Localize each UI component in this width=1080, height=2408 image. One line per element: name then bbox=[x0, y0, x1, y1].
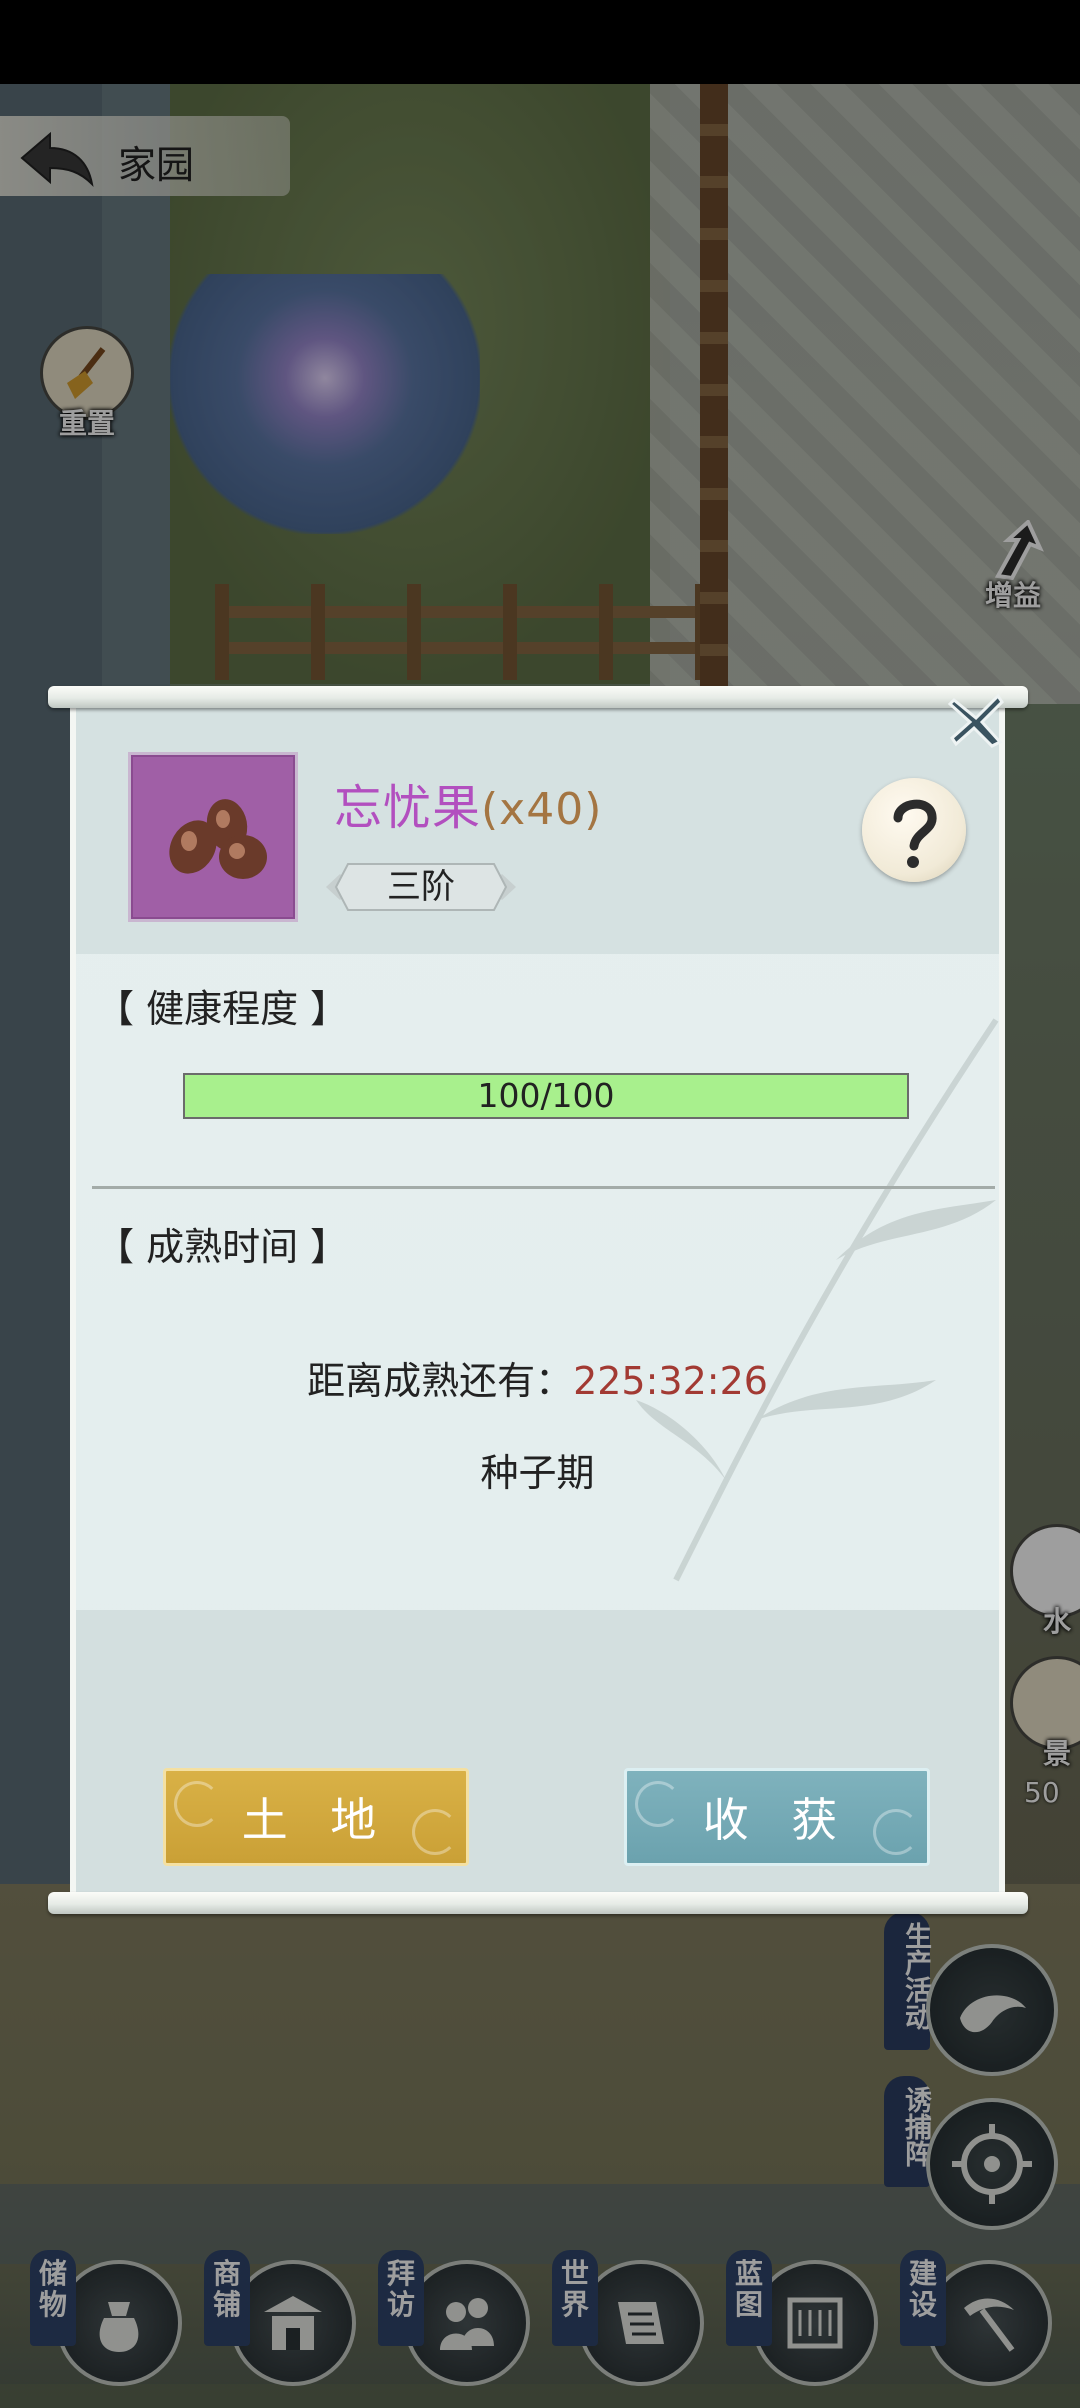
land-button[interactable]: 土 地 bbox=[163, 1768, 469, 1866]
mature-countdown: 距离成熟还有：225:32:26 bbox=[76, 1350, 999, 1405]
item-name-text: 忘忧果 bbox=[334, 780, 482, 836]
seed-icon bbox=[169, 799, 267, 879]
health-value: 100/100 bbox=[477, 1076, 615, 1115]
crop-info-dialog: 忘忧果(x40) 三阶 【 健康程度 】 100/100 【 成熟时间 】 距离… bbox=[48, 686, 1028, 1914]
growth-stage: 种子期 bbox=[480, 1451, 595, 1495]
scroll-rod-top bbox=[48, 686, 1028, 708]
land-button-label: 土 地 bbox=[241, 1793, 391, 1847]
item-name: 忘忧果(x40) bbox=[334, 768, 602, 838]
mature-section-title: 【 成熟时间 】 bbox=[96, 1225, 349, 1269]
harvest-button[interactable]: 收 获 bbox=[624, 1768, 930, 1866]
cloud-ornament-icon bbox=[174, 1781, 220, 1827]
rank-badge: 三阶 bbox=[326, 860, 516, 914]
item-quantity: (x40) bbox=[481, 784, 603, 835]
health-bar: 100/100 bbox=[183, 1073, 909, 1119]
mature-countdown-label: 距离成熟还有： bbox=[307, 1359, 574, 1403]
question-icon bbox=[893, 799, 937, 868]
harvest-button-label: 收 获 bbox=[702, 1793, 852, 1847]
close-icon[interactable] bbox=[946, 690, 1006, 750]
section-divider bbox=[92, 1186, 995, 1189]
health-section-title: 【 健康程度 】 bbox=[96, 987, 349, 1031]
rank-label: 三阶 bbox=[387, 867, 455, 907]
dialog-panel: 忘忧果(x40) 三阶 【 健康程度 】 100/100 【 成熟时间 】 距离… bbox=[70, 700, 1005, 1898]
help-button[interactable] bbox=[862, 778, 966, 882]
item-icon-frame bbox=[128, 752, 298, 922]
scroll-rod-bottom bbox=[48, 1892, 1028, 1914]
cloud-ornament-icon bbox=[412, 1809, 458, 1855]
mature-countdown-time: 225:32:26 bbox=[573, 1359, 768, 1403]
cloud-ornament-icon bbox=[635, 1781, 681, 1827]
cloud-ornament-icon bbox=[873, 1809, 919, 1855]
status-bar bbox=[0, 0, 1080, 84]
